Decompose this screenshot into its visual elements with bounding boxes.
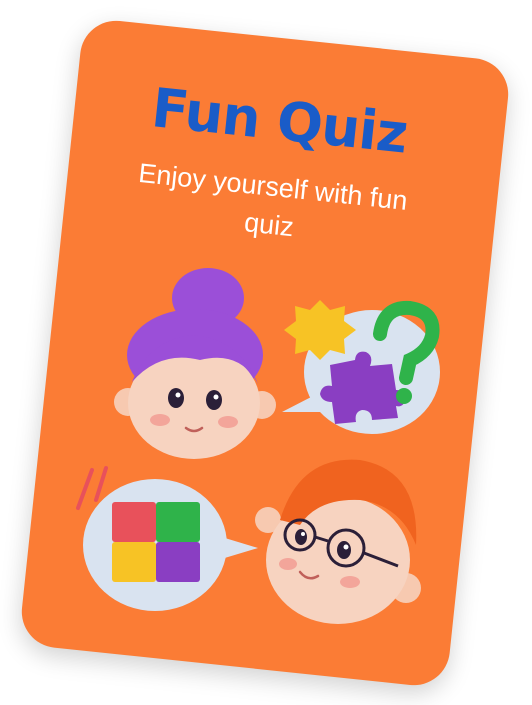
quiz-illustration xyxy=(76,268,440,624)
boy-character xyxy=(255,459,421,624)
girl-character xyxy=(114,268,276,459)
quiz-card-stage: Fun Quiz Enjoy yourself with fun quiz xyxy=(0,0,532,705)
